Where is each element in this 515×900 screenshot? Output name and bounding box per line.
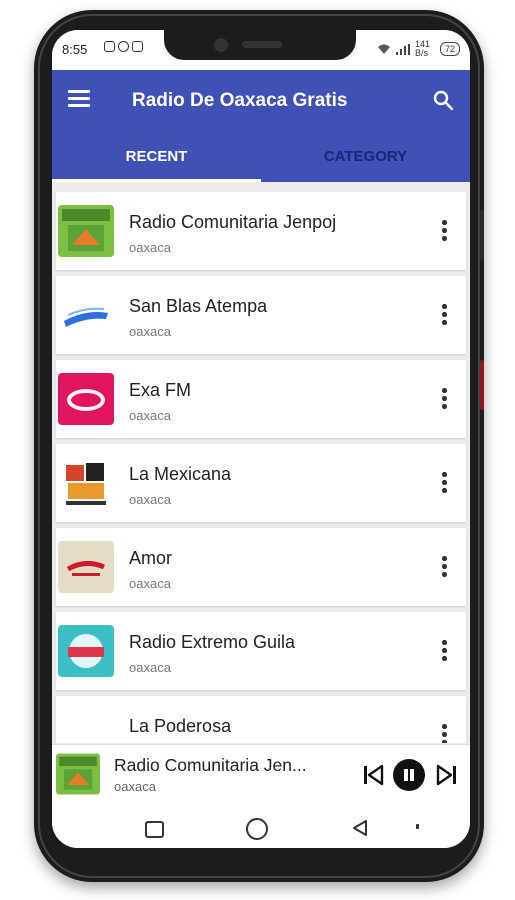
more-options-icon[interactable] [442,472,448,496]
wifi-icon [377,44,390,54]
more-options-icon[interactable] [442,304,448,328]
notification-icons [104,41,143,52]
status-bar: 8:55 141 B/s 72 [52,30,470,70]
battery-icon: 72 [439,42,460,56]
san-blas-logo [58,289,114,341]
now-playing-logo [56,753,100,795]
station-name: Radio Extremo Guila [129,632,296,652]
list-item[interactable]: San Blas Atempa oaxaca [56,276,466,354]
station-region: oaxaca [129,660,171,675]
home-button[interactable] [246,818,268,840]
status-right: 141 B/s 72 [377,40,460,58]
now-playing-title: Radio Comunitaria Jen... [114,755,307,775]
station-name: Exa FM [129,380,192,400]
system-nav-bar [52,804,470,848]
exa-logo [58,373,114,425]
station-region: oaxaca [129,240,171,255]
list-item[interactable]: Radio Comunitaria Jenpoj oaxaca [56,192,466,270]
comunitaria-logo [58,205,114,257]
list-item[interactable]: Radio Extremo Guila oaxaca [56,612,466,690]
messenger-icon [118,41,129,52]
tab-recent[interactable]: RECENT [52,140,261,182]
la-mexicana-logo [58,457,114,509]
earpiece-speaker [242,41,282,48]
station-name: La Mexicana [129,464,232,484]
search-icon[interactable] [433,90,453,110]
station-name: San Blas Atempa [129,296,268,316]
side-button [480,210,484,260]
instagram-icon [132,41,143,52]
station-name: La Poderosa [129,716,232,736]
signal-icon [395,43,410,55]
mini-player[interactable]: Radio Comunitaria Jen... oaxaca [52,744,470,805]
front-camera [214,38,228,52]
station-region: oaxaca [129,576,171,591]
station-name: Amor [129,548,173,568]
more-options-icon[interactable] [442,220,448,244]
side-button [480,360,484,410]
more-options-icon[interactable] [442,556,448,580]
station-list: Radio Comunitaria Jenpoj oaxaca San Blas… [52,188,470,743]
now-playing-subtitle: oaxaca [114,779,156,794]
nav-indicator [416,824,419,829]
more-options-icon[interactable] [442,724,448,743]
more-options-icon[interactable] [442,640,448,664]
extremo-logo [58,625,114,677]
station-region: oaxaca [129,408,171,423]
previous-icon[interactable] [362,764,384,786]
status-time: 8:55 [62,42,88,57]
camera-notch [164,30,356,60]
list-item[interactable]: La Poderosa oaxaca [56,696,466,743]
recents-button[interactable] [145,821,164,838]
notification-icon [104,41,115,52]
list-item[interactable]: Exa FM oaxaca [56,360,466,438]
network-speed: 141 B/s [414,39,431,58]
app-bar: Radio De Oaxaca Gratis RECENT CATEGORY [52,70,470,182]
next-icon[interactable] [436,764,458,786]
amor-logo [58,541,114,593]
back-icon[interactable] [350,818,370,838]
tab-bar: RECENT CATEGORY [52,140,470,182]
more-options-icon[interactable] [442,388,448,412]
list-item[interactable]: Amor oaxaca [56,528,466,606]
screen: 8:55 141 B/s 72 Radio De Oaxaca Gratis R… [52,30,470,848]
tab-category[interactable]: CATEGORY [261,140,470,182]
menu-icon[interactable] [68,90,90,107]
pause-button[interactable] [393,759,425,791]
list-item[interactable]: La Mexicana oaxaca [56,444,466,522]
station-name: Radio Comunitaria Jenpoj [129,212,337,232]
poderosa-logo [58,709,114,743]
station-region: oaxaca [129,324,171,339]
page-title: Radio De Oaxaca Gratis [132,90,348,111]
station-region: oaxaca [129,492,171,507]
